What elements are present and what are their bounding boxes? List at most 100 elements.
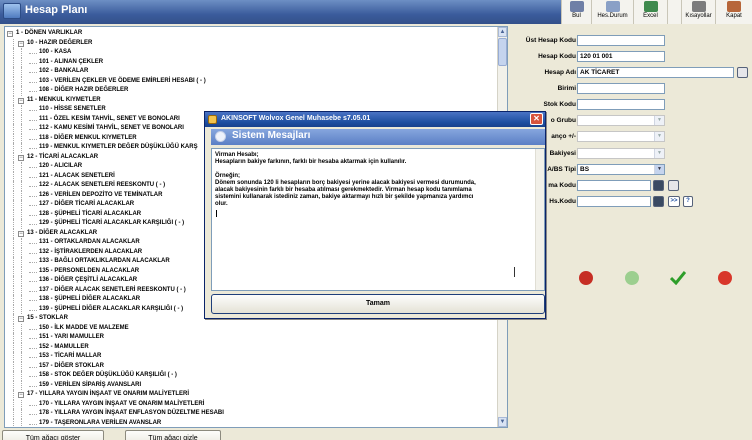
tree-item[interactable]: 108 - DİĞER HAZIR DEĞERLER <box>5 86 499 96</box>
scroll-up-arrow-icon[interactable]: ▲ <box>498 27 507 37</box>
tree-connector <box>21 133 22 143</box>
tree-item[interactable]: 159 - VERİLEN SİPARİŞ AVANSLARI <box>5 380 499 390</box>
tree-item[interactable]: −1 - DÖNEN VARLIKLAR <box>5 29 499 39</box>
tree-item[interactable]: 157 - DİĞER STOKLAR <box>5 361 499 371</box>
tree-item[interactable]: 170 - YILLARA YAYGIN İNŞAAT VE ONARIM MA… <box>5 399 499 409</box>
abs-type-select[interactable]: BS ▼ <box>577 164 665 175</box>
tree-connector <box>29 224 37 225</box>
tree-item[interactable]: 158 - STOK DEĞER DÜŞÜKLÜĞÜ KARŞILIĞI ( -… <box>5 371 499 381</box>
collapse-icon[interactable]: − <box>18 392 24 398</box>
tree-connector <box>21 257 22 267</box>
tree-item[interactable]: −10 - HAZIR DEĞERLER <box>5 38 499 48</box>
ma-code-field[interactable] <box>577 180 651 191</box>
account-name-lookup-icon[interactable] <box>737 67 748 78</box>
tree-connector <box>29 167 37 168</box>
tree-connector <box>13 276 14 286</box>
tree-connector <box>29 357 37 358</box>
tree-item[interactable]: 103 - VERİLEN ÇEKLER VE ÖDEME EMİRLERİ H… <box>5 76 499 86</box>
tree-connector <box>13 409 14 419</box>
tree-connector <box>29 205 37 206</box>
dialog-window-title: AKINSOFT Wolvox Genel Muhasebe s7.05.01 <box>221 115 371 122</box>
tree-item-label: 179 - TAŞERONLARA VERİLEN AVANSLAR <box>39 419 162 426</box>
tree-connector <box>21 181 22 191</box>
collapse-icon[interactable]: − <box>18 154 24 161</box>
account-status-button[interactable]: Hes.Durum <box>591 0 633 24</box>
tree-connector <box>13 124 14 134</box>
scroll-down-arrow-icon[interactable]: ▼ <box>498 417 507 427</box>
shortcuts-label: Kısayollar <box>685 13 712 19</box>
cancel-icon[interactable] <box>718 271 732 285</box>
stock-code-field[interactable] <box>577 99 665 110</box>
tree-scroll-thumb[interactable] <box>498 38 507 66</box>
close-app-button[interactable]: Kapat <box>715 0 752 24</box>
account-code-field[interactable]: 120 01 001 <box>577 51 665 62</box>
tree-connector <box>13 314 14 324</box>
next-button[interactable]: >> <box>668 196 680 207</box>
tree-connector <box>21 86 22 96</box>
tree-connector <box>13 228 14 238</box>
tree-item[interactable]: 152 - MAMULLER <box>5 342 499 352</box>
tree-connector <box>21 371 22 381</box>
binoculars-icon <box>569 1 584 12</box>
tree-item[interactable]: −11 - MENKUL KIYMETLER <box>5 95 499 105</box>
tree-connector <box>21 418 22 427</box>
collapse-icon[interactable]: − <box>18 40 24 47</box>
tree-connector <box>13 95 14 105</box>
tree-connector <box>13 38 14 48</box>
group-select[interactable]: ▼ <box>577 115 665 126</box>
tree-connector <box>13 48 14 58</box>
tree-connector <box>29 385 37 387</box>
tree-connector <box>21 352 22 362</box>
tree-connector <box>13 399 14 409</box>
tree-connector <box>29 366 37 368</box>
delete-icon[interactable] <box>579 271 593 285</box>
tree-connector <box>21 323 22 333</box>
tree-item-label: 10 - HAZIR DEĞERLER <box>27 39 93 46</box>
tree-item[interactable]: 153 - TİCARİ MALLAR <box>5 352 499 362</box>
account-name-field[interactable]: AK TİCARET <box>577 67 734 78</box>
checkmark-icon[interactable] <box>669 271 687 286</box>
tree-connector <box>29 338 37 339</box>
excel-button[interactable]: Excel <box>633 0 667 24</box>
search-icon[interactable] <box>653 180 664 191</box>
tree-connector <box>29 195 37 197</box>
tree-item[interactable]: −17 - YILLARA YAYGIN İNŞAAT VE ONARIM MA… <box>5 390 499 400</box>
message-scrollbar[interactable] <box>535 149 544 290</box>
upper-account-code-field[interactable] <box>577 35 665 46</box>
tree-item-label: 118 - DİĞER MENKUL KIYMETLER <box>39 134 137 141</box>
lookup-icon[interactable] <box>668 180 679 191</box>
shortcuts-button[interactable]: Kısayollar <box>681 0 715 24</box>
balance-select[interactable]: ▼ <box>577 148 665 159</box>
collapse-icon[interactable]: − <box>18 97 24 104</box>
tree-item[interactable]: 151 - YARI MAMULLER <box>5 333 499 343</box>
tree-item[interactable]: 150 - İLK MADDE VE MALZEME <box>5 323 499 333</box>
tree-item[interactable]: 178 - YILLARA YAYGIN İNŞAAT ENFLASYON DÜ… <box>5 409 499 419</box>
tree-connector <box>13 342 14 352</box>
hide-all-tree-button[interactable]: Tüm ağacı gizle <box>125 430 221 440</box>
tree-item[interactable]: 102 - BANKALAR <box>5 67 499 77</box>
collapse-icon[interactable]: − <box>7 31 13 37</box>
search-icon[interactable] <box>653 196 664 207</box>
collapse-icon[interactable]: − <box>18 230 24 237</box>
tree-item[interactable]: 179 - TAŞERONLARA VERİLEN AVANSLAR <box>5 418 499 427</box>
tree-connector <box>29 62 37 64</box>
balance-sign-select[interactable]: ▼ <box>577 131 665 142</box>
refresh-icon[interactable] <box>625 271 639 285</box>
tree-item-label: 158 - STOK DEĞER DÜŞÜKLÜĞÜ KARŞILIĞI ( -… <box>39 372 177 378</box>
tree-item-label: 178 - YILLARA YAYGIN İNŞAAT ENFLASYON DÜ… <box>39 410 224 416</box>
tree-item[interactable]: 101 - ALINAN ÇEKLER <box>5 57 499 67</box>
show-all-tree-button[interactable]: Tüm ağacı göster <box>2 430 104 440</box>
tree-item-label: 153 - TİCARİ MALLAR <box>39 353 102 359</box>
tree-item[interactable]: 100 - KASA <box>5 48 499 58</box>
tree-item-label: 133 - BAĞLI ORTAKLIKLARDAN ALACAKLAR <box>39 258 170 264</box>
message-textarea[interactable]: Virman Hesabı; Hesapların bakiye farkını… <box>211 148 545 291</box>
find-button[interactable]: Bul <box>561 0 591 24</box>
hs-code-field[interactable] <box>577 196 651 207</box>
message-line: Dönem sonunda 120 li hesapların borç bak… <box>215 180 476 186</box>
help-button[interactable]: ? <box>683 196 693 207</box>
collapse-icon[interactable]: − <box>18 316 24 322</box>
ok-button[interactable]: Tamam <box>211 294 545 314</box>
unit-field[interactable] <box>577 83 665 94</box>
close-icon[interactable]: ✕ <box>530 113 543 125</box>
tree-connector <box>29 119 37 121</box>
